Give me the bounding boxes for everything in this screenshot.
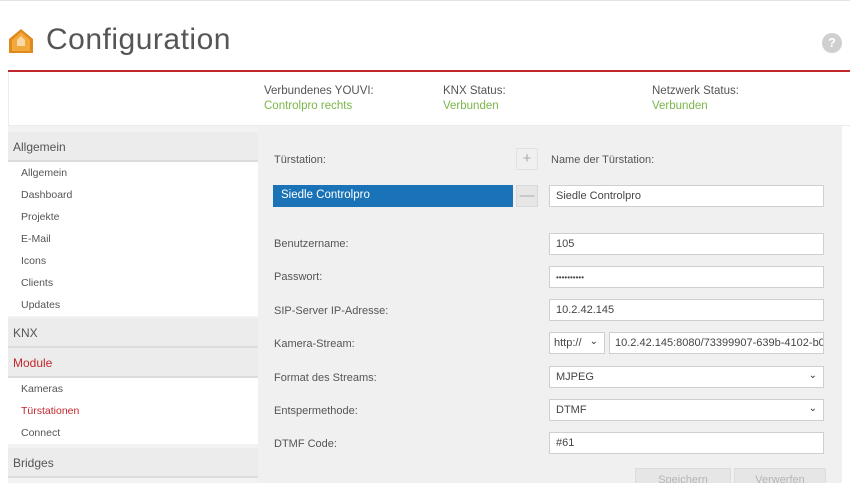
kamera-stream-input[interactable]: 10.2.42.145:8080/73399907-639b-4102-b08c bbox=[609, 332, 824, 354]
passwort-label: Passwort: bbox=[274, 271, 323, 283]
sidebar-item-kameras[interactable]: Kameras bbox=[8, 378, 258, 400]
sidebar-item-projekte[interactable]: Projekte bbox=[8, 206, 258, 228]
youvi-status-label: Verbundenes YOUVI: bbox=[264, 85, 374, 97]
sidebar-section-knx[interactable]: KNX bbox=[8, 318, 258, 348]
sidebar-section-module[interactable]: Module bbox=[8, 348, 258, 378]
module-item-list: Kameras Türstationen Connect bbox=[8, 378, 258, 444]
sidebar-item-clients[interactable]: Clients bbox=[8, 272, 258, 294]
page-title: Configuration bbox=[46, 23, 231, 56]
format-label: Format des Streams: bbox=[274, 372, 377, 384]
sidebar-item-allgemein[interactable]: Allgemein bbox=[8, 162, 258, 184]
sidebar: Allgemein Allgemein Dashboard Projekte E… bbox=[8, 126, 258, 483]
home-shield-icon bbox=[9, 29, 33, 53]
network-status-label: Netzwerk Status: bbox=[652, 85, 739, 97]
station-name-label: Name der Türstation: bbox=[551, 154, 655, 166]
sidebar-item-dashboard[interactable]: Dashboard bbox=[8, 184, 258, 206]
protocol-select-value: http:// bbox=[554, 337, 582, 349]
sidebar-item-connect[interactable]: Connect bbox=[8, 422, 258, 444]
station-list-item-selected[interactable]: Siedle Controlpro bbox=[273, 185, 513, 207]
sidebar-item-tuerstationen[interactable]: Türstationen bbox=[8, 400, 258, 422]
youvi-status: Verbundenes YOUVI: Controlpro rechts bbox=[264, 84, 374, 114]
status-bar: Verbundenes YOUVI: Controlpro rechts KNX… bbox=[8, 72, 850, 126]
remove-station-button[interactable]: — bbox=[516, 185, 538, 207]
network-status-value: Verbunden bbox=[652, 100, 708, 112]
tuerstation-label: Türstation: bbox=[274, 154, 326, 166]
sidebar-item-icons[interactable]: Icons bbox=[8, 250, 258, 272]
entspermethode-select-value: DTMF bbox=[556, 404, 587, 416]
entspermethode-select[interactable]: DTMF ⌄ bbox=[549, 399, 824, 421]
knx-status-value: Verbunden bbox=[443, 100, 499, 112]
dtmf-label: DTMF Code: bbox=[274, 438, 337, 450]
sip-input[interactable]: 10.2.42.145 bbox=[549, 299, 824, 321]
add-station-button[interactable]: + bbox=[516, 148, 538, 170]
help-icon[interactable]: ? bbox=[822, 33, 842, 53]
sidebar-item-updates[interactable]: Updates bbox=[8, 294, 258, 316]
kamera-stream-label: Kamera-Stream: bbox=[274, 338, 355, 350]
sidebar-section-allgemein[interactable]: Allgemein bbox=[8, 132, 258, 162]
chevron-down-icon: ⌄ bbox=[589, 336, 598, 347]
entspermethode-label: Entspermethode: bbox=[274, 405, 358, 417]
knx-status: KNX Status: Verbunden bbox=[443, 84, 506, 114]
allgemein-item-list: Allgemein Dashboard Projekte E-Mail Icon… bbox=[8, 162, 258, 316]
station-name-input[interactable]: Siedle Controlpro bbox=[549, 185, 824, 207]
format-select-value: MJPEG bbox=[556, 371, 594, 383]
format-select[interactable]: MJPEG ⌄ bbox=[549, 366, 824, 388]
sip-label: SIP-Server IP-Adresse: bbox=[274, 305, 389, 317]
main-panel: Türstation: + Name der Türstation: Siedl… bbox=[258, 126, 842, 483]
passwort-input[interactable]: •••••••••• bbox=[549, 266, 824, 288]
dtmf-input[interactable]: #61 bbox=[549, 432, 824, 454]
network-status: Netzwerk Status: Verbunden bbox=[652, 84, 739, 114]
sidebar-item-email[interactable]: E-Mail bbox=[8, 228, 258, 250]
knx-status-label: KNX Status: bbox=[443, 85, 506, 97]
benutzername-label: Benutzername: bbox=[274, 238, 349, 250]
chevron-down-icon: ⌄ bbox=[808, 370, 817, 381]
chevron-down-icon: ⌄ bbox=[808, 403, 817, 414]
discard-button[interactable]: Verwerfen bbox=[734, 468, 826, 483]
save-button[interactable]: Speichern bbox=[635, 468, 731, 483]
protocol-select[interactable]: http:// ⌄ bbox=[549, 332, 605, 354]
benutzername-input[interactable]: 105 bbox=[549, 233, 824, 255]
youvi-status-value: Controlpro rechts bbox=[264, 100, 353, 112]
app-header: Configuration ? bbox=[0, 0, 850, 70]
sidebar-section-bridges[interactable]: Bridges bbox=[8, 448, 258, 478]
